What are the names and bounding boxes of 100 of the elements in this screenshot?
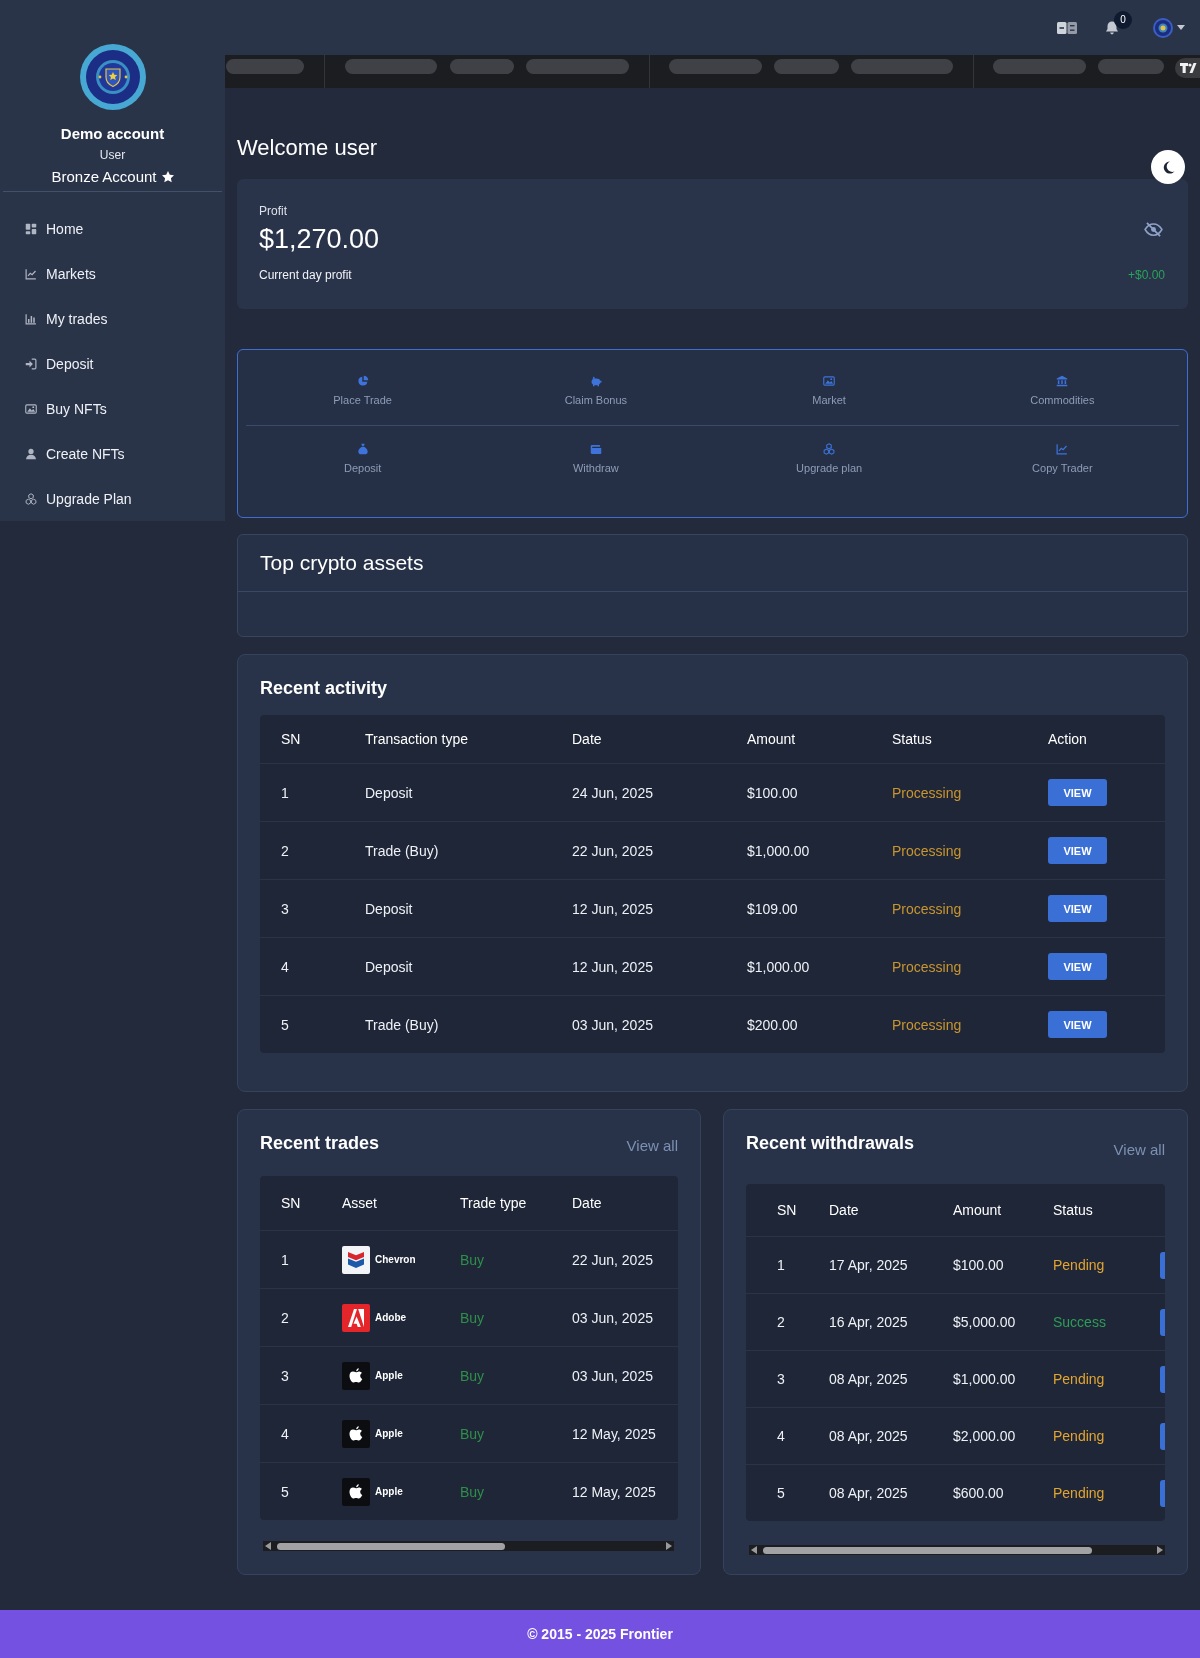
table-cell: $200.00: [747, 1016, 798, 1033]
quick-action[interactable]: Claim Bonus: [564, 375, 628, 407]
table-cell: Buy: [460, 1367, 485, 1384]
avatar-icon: [1153, 17, 1173, 38]
button-edge[interactable]: [1160, 1422, 1165, 1450]
view-all-link[interactable]: View all: [626, 1137, 678, 1155]
notifications-button[interactable]: 0: [1104, 10, 1132, 45]
quick-action[interactable]: Place Trade: [333, 375, 392, 407]
scrollbar-track[interactable]: [263, 1541, 674, 1551]
view-button[interactable]: VIEW: [1048, 837, 1107, 864]
nav-item[interactable]: My trades: [0, 296, 225, 341]
scroll-right-icon[interactable]: [1157, 1546, 1163, 1554]
nav-item[interactable]: Create NFTs: [0, 431, 225, 476]
eye-slash-icon[interactable]: [1144, 221, 1163, 237]
account-name: Demo account: [60, 125, 165, 143]
quick-action[interactable]: Deposit: [343, 443, 382, 475]
asset-name: Apple: [375, 1370, 403, 1381]
status-text: Pending: [1053, 1371, 1105, 1387]
view-button[interactable]: VIEW: [1048, 779, 1107, 806]
bank-icon: [1056, 375, 1069, 387]
view-button[interactable]: VIEW: [1048, 895, 1107, 922]
scrollbar-thumb[interactable]: [277, 1542, 505, 1550]
quick-action[interactable]: Withdraw: [572, 443, 619, 475]
table-cell: $1,000.00: [747, 842, 810, 859]
cubes-icon: [823, 443, 836, 455]
language-button[interactable]: [1057, 21, 1077, 34]
ticker-placeholder: [774, 59, 839, 74]
column-header: SN: [281, 731, 301, 747]
table-cell: $100.00: [953, 1257, 1004, 1273]
nav-item[interactable]: Home: [0, 206, 225, 251]
asset-name: Apple: [375, 1486, 403, 1497]
view-all-link[interactable]: View all: [1113, 1141, 1165, 1159]
view-button[interactable]: VIEW: [1048, 1011, 1107, 1038]
card-title: Recent trades: [260, 1132, 380, 1154]
table-cell: $1,000.00: [953, 1371, 1016, 1387]
table-cell: Deposit: [365, 784, 413, 801]
scroll-left-icon[interactable]: [265, 1542, 271, 1550]
table-cell: $2,000.00: [953, 1428, 1016, 1444]
column-header: Asset: [342, 1195, 377, 1211]
card-title: Top crypto assets: [260, 550, 424, 576]
account-role: User: [99, 148, 126, 163]
button-edge[interactable]: [1160, 1365, 1165, 1393]
table-cell: 2: [281, 1309, 289, 1326]
profit-caption: Current day profit: [259, 267, 352, 283]
column-header: Status: [892, 731, 932, 747]
apple-icon: [342, 1477, 370, 1506]
asset-name: Adobe: [375, 1312, 407, 1323]
table-cell: 1: [281, 784, 289, 801]
scroll-left-icon[interactable]: [751, 1546, 757, 1554]
column-header: Amount: [953, 1202, 1002, 1218]
nav-item[interactable]: Upgrade Plan: [0, 476, 225, 521]
table-cell: 12 May, 2025: [572, 1425, 656, 1442]
apple-icon: [342, 1419, 370, 1448]
button-edge[interactable]: [1160, 1308, 1165, 1336]
nav-item[interactable]: Deposit: [0, 341, 225, 386]
table-cell: 5: [281, 1016, 289, 1033]
table-cell: 16 Apr, 2025: [829, 1314, 908, 1330]
table-cell: 22 Jun, 2025: [572, 842, 653, 859]
bar-chart-icon: [25, 312, 37, 325]
chevron-icon: [342, 1245, 370, 1274]
table-cell: 03 Jun, 2025: [572, 1367, 653, 1384]
column-header: SN: [777, 1202, 797, 1218]
scrollbar-track[interactable]: [749, 1545, 1165, 1555]
bell-icon: [1104, 19, 1120, 36]
line-chart-icon: [25, 267, 37, 280]
quick-action[interactable]: Commodities: [1030, 375, 1095, 407]
wallet-icon: [589, 443, 602, 455]
quick-action[interactable]: Upgrade plan: [796, 443, 863, 475]
button-edge[interactable]: [1160, 1251, 1165, 1279]
image-icon: [25, 402, 37, 415]
table-cell: 4: [281, 1425, 289, 1442]
nav-item[interactable]: Markets: [0, 251, 225, 296]
status-text: Pending: [1053, 1485, 1105, 1501]
view-button[interactable]: VIEW: [1048, 953, 1107, 980]
line-chart-icon: [1056, 443, 1069, 455]
table-cell: 3: [281, 900, 289, 917]
apple-icon: [342, 1361, 370, 1390]
table-cell: 17 Apr, 2025: [829, 1257, 908, 1273]
status-text: Processing: [892, 784, 962, 801]
column-header: Date: [572, 1195, 602, 1211]
quick-action[interactable]: Copy Trader: [1032, 443, 1093, 475]
piggy-bank-icon: [589, 375, 602, 387]
table-cell: Deposit: [365, 958, 413, 975]
table-cell: 12 Jun, 2025: [572, 958, 653, 975]
sign-in-icon: [25, 357, 37, 370]
scrollbar-thumb[interactable]: [763, 1546, 1092, 1554]
copyright-text: © 2015 - 2025 Frontier: [527, 1626, 673, 1642]
scroll-right-icon[interactable]: [666, 1542, 672, 1550]
pie-chart-icon: [356, 375, 369, 387]
quick-action[interactable]: Market: [812, 375, 846, 407]
table-cell: $5,000.00: [953, 1314, 1016, 1330]
column-header: Transaction type: [365, 731, 468, 747]
notification-badge: 0: [1114, 10, 1132, 29]
nav-item[interactable]: Buy NFTs: [0, 386, 225, 431]
button-edge[interactable]: [1160, 1479, 1165, 1507]
theme-toggle-button[interactable]: [1151, 150, 1185, 184]
table-cell: $600.00: [953, 1485, 1004, 1501]
table-cell: Buy: [460, 1483, 485, 1500]
profile-menu-button[interactable]: [1153, 17, 1185, 38]
table-cell: 4: [281, 958, 289, 975]
